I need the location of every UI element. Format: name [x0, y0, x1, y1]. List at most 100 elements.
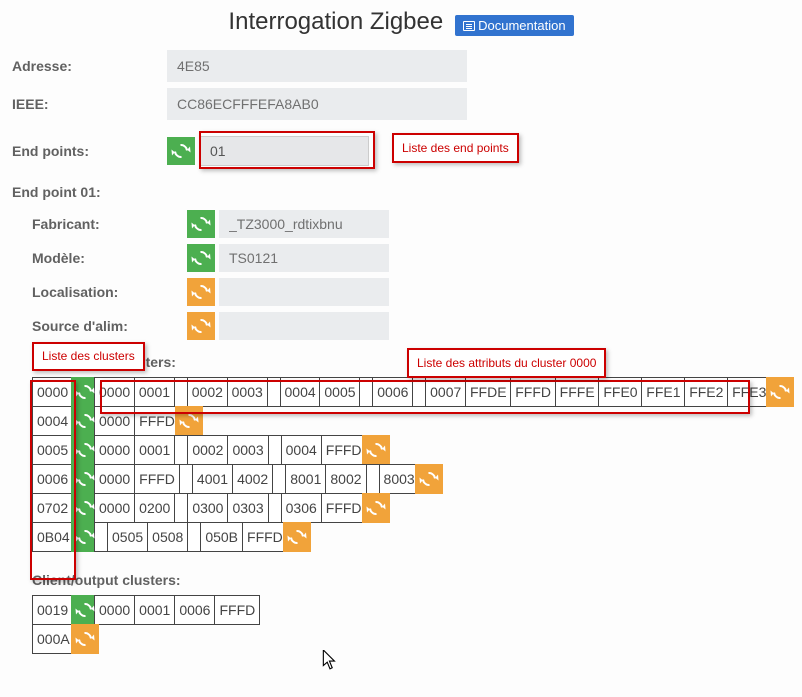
attr-8002[interactable]: 8002: [325, 464, 366, 494]
refresh-icon: [75, 600, 95, 620]
attr-0505[interactable]: 0505: [107, 522, 148, 552]
cluster-row-0B04: 0B04 05050508 050BFFFD: [32, 523, 790, 552]
attr-0000[interactable]: 0000: [94, 406, 135, 436]
label-modele: Modèle:: [12, 250, 167, 266]
attr-0000[interactable]: 0000: [94, 595, 135, 625]
attr-FFFD[interactable]: FFFD: [134, 464, 180, 494]
source-input[interactable]: [219, 312, 389, 340]
fabricant-input[interactable]: [219, 210, 389, 238]
attr-FFE3[interactable]: FFE3: [727, 377, 771, 407]
attr-FFFD[interactable]: FFFD: [321, 493, 367, 523]
attr-0006[interactable]: 0006: [372, 377, 413, 407]
cluster-id: 0006: [32, 464, 76, 494]
refresh-icon: [179, 411, 199, 431]
refresh-icon: [75, 527, 95, 547]
refresh-modele-button[interactable]: [187, 244, 215, 272]
cluster-row-0004: 0004 0000FFFD: [32, 407, 790, 436]
attr-0002[interactable]: 0002: [187, 377, 228, 407]
attr-0005[interactable]: 0005: [319, 377, 360, 407]
attr-0300[interactable]: 0300: [187, 493, 228, 523]
attr-8003[interactable]: 8003: [379, 464, 420, 494]
attr-FFFD[interactable]: FFFD: [321, 435, 367, 465]
refresh-localisation-button[interactable]: [187, 278, 215, 306]
refresh-source-button[interactable]: [187, 312, 215, 340]
attr-FFE1[interactable]: FFE1: [641, 377, 685, 407]
refresh-icon: [287, 527, 307, 547]
attr-0508[interactable]: 0508: [147, 522, 188, 552]
label-source: Source d'alim:: [12, 318, 167, 334]
attr-FFE2[interactable]: FFE2: [684, 377, 728, 407]
cluster-row-0000: 000000000001 00020003 00040005 0006 0007…: [32, 378, 790, 407]
endpoint-input[interactable]: [199, 136, 369, 166]
attr-0000[interactable]: 0000: [94, 493, 135, 523]
refresh-attrs-button[interactable]: [175, 406, 203, 436]
attr-0004[interactable]: 0004: [280, 377, 321, 407]
attr-0006[interactable]: 0006: [174, 595, 215, 625]
attr-0000[interactable]: 0000: [94, 464, 135, 494]
modele-input[interactable]: [219, 244, 389, 272]
cluster-id: 0005: [32, 435, 76, 465]
value-adresse: 4E85: [167, 50, 467, 82]
attr-0001[interactable]: 0001: [134, 377, 175, 407]
refresh-attrs-button[interactable]: [415, 464, 443, 494]
cluster-row-0006: 0006 0000FFFD 40014002 80018002 8003: [32, 465, 790, 494]
cluster-id: 0004: [32, 406, 76, 436]
refresh-icon: [75, 411, 95, 431]
documentation-button[interactable]: Documentation: [455, 15, 573, 36]
refresh-fabricant-button[interactable]: [187, 210, 215, 238]
refresh-icon: [191, 214, 211, 234]
refresh-icon: [75, 629, 95, 649]
attr-050B[interactable]: 050B: [200, 522, 243, 552]
attr-0003[interactable]: 0003: [227, 377, 268, 407]
attr-spacer: [174, 377, 188, 407]
attr-0306[interactable]: 0306: [281, 493, 322, 523]
label-endpoints: End points:: [12, 143, 167, 159]
attr-0303[interactable]: 0303: [227, 493, 268, 523]
refresh-icon: [75, 469, 95, 489]
refresh-endpoints-button[interactable]: [167, 137, 195, 165]
callout-endpoints: Liste des end points: [392, 133, 519, 163]
callout-clusters: Liste des clusters: [32, 342, 145, 371]
refresh-cluster-button[interactable]: [71, 624, 99, 654]
attr-4001[interactable]: 4001: [192, 464, 233, 494]
attr-FFE0[interactable]: FFE0: [598, 377, 642, 407]
attr-0001[interactable]: 0001: [134, 435, 175, 465]
refresh-attrs-button[interactable]: [362, 435, 390, 465]
refresh-icon: [75, 498, 95, 518]
attr-FFFD[interactable]: FFFD: [510, 377, 555, 407]
cluster-id: 0000: [32, 377, 76, 407]
refresh-icon: [171, 141, 191, 161]
refresh-attrs-button[interactable]: [283, 522, 311, 552]
attr-spacer: [187, 522, 201, 552]
server-clusters-table: 000000000001 00020003 00040005 0006 0007…: [12, 378, 790, 552]
attr-0001[interactable]: 0001: [134, 595, 175, 625]
localisation-input[interactable]: [219, 278, 389, 306]
client-clusters-table: 0019000000010006FFFD000A: [12, 596, 790, 654]
attr-0002[interactable]: 0002: [187, 435, 228, 465]
attr-spacer: [174, 435, 188, 465]
label-client-clusters: Client/output clusters:: [32, 572, 790, 588]
refresh-icon: [191, 282, 211, 302]
refresh-icon: [419, 469, 439, 489]
attr-4002[interactable]: 4002: [232, 464, 273, 494]
attr-0000[interactable]: 0000: [94, 435, 135, 465]
document-icon: [463, 21, 475, 31]
refresh-attrs-button[interactable]: [766, 377, 794, 407]
attr-spacer: [268, 435, 282, 465]
attr-FFFD[interactable]: FFFD: [242, 522, 288, 552]
attr-0004[interactable]: 0004: [281, 435, 322, 465]
label-adresse: Adresse:: [12, 58, 167, 74]
attr-8001[interactable]: 8001: [285, 464, 326, 494]
cluster-row-0005: 0005 00000001 00020003 0004FFFD: [32, 436, 790, 465]
attr-0000[interactable]: 0000: [94, 377, 135, 407]
attr-FFFD[interactable]: FFFD: [134, 406, 180, 436]
attr-FFFD[interactable]: FFFD: [214, 595, 260, 625]
label-fabricant: Fabricant:: [12, 216, 167, 232]
attr-0007[interactable]: 0007: [425, 377, 466, 407]
attr-FFDE[interactable]: FFDE: [465, 377, 511, 407]
attr-FFFE[interactable]: FFFE: [555, 377, 600, 407]
attr-0200[interactable]: 0200: [134, 493, 175, 523]
attr-0003[interactable]: 0003: [227, 435, 268, 465]
refresh-attrs-button[interactable]: [362, 493, 390, 523]
refresh-icon: [191, 248, 211, 268]
